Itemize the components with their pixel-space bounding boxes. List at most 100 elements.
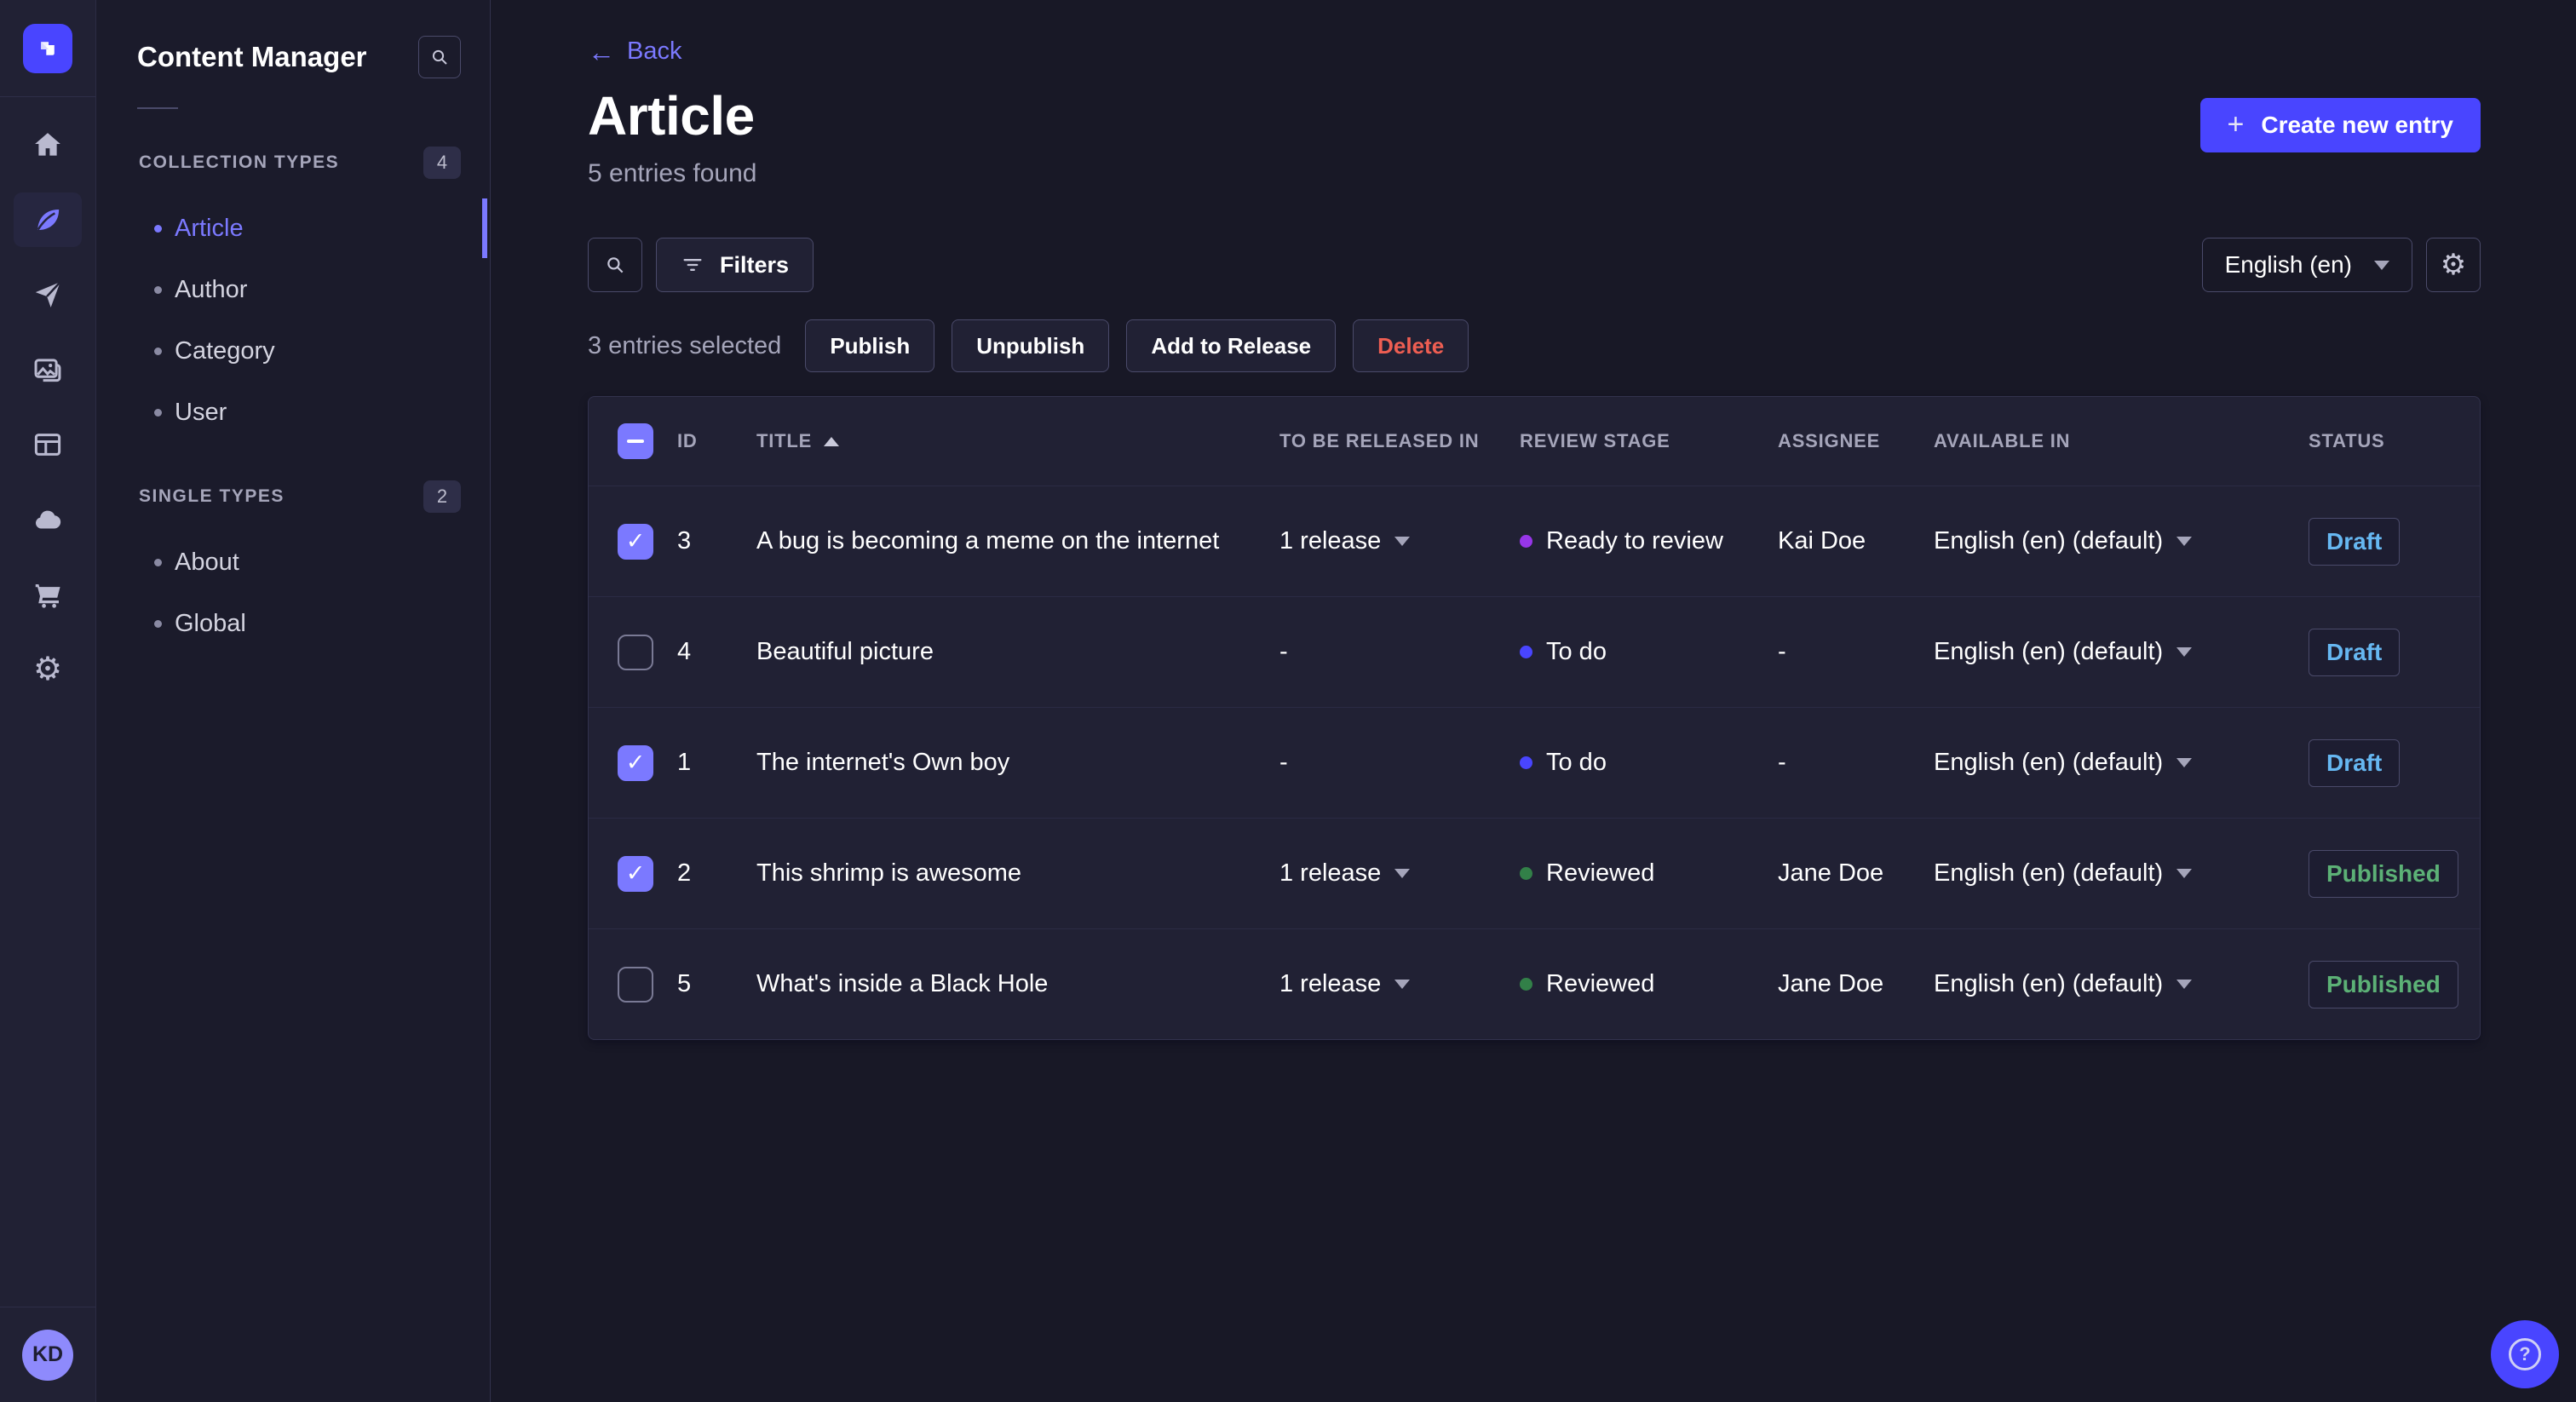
filters-button[interactable]: Filters <box>656 238 814 292</box>
stage-label: Reviewed <box>1546 970 1655 997</box>
cell-assignee: - <box>1778 638 1786 665</box>
unpublish-button[interactable]: Unpublish <box>952 319 1110 372</box>
chevron-down-icon <box>1394 980 1411 989</box>
row-checkbox[interactable]: ✓ <box>618 744 653 781</box>
page-title: Article <box>588 85 755 147</box>
table-search-button[interactable] <box>588 238 642 292</box>
media-library-icon[interactable] <box>14 342 82 397</box>
locale-select[interactable]: English (en) <box>2201 238 2412 292</box>
settings-icon[interactable]: ⚙ <box>14 642 82 697</box>
table-row[interactable]: 5 What's inside a Black Hole 1 release R… <box>589 928 2480 1039</box>
stage-label: Reviewed <box>1546 859 1655 887</box>
cell-available-in[interactable]: English (en) (default) <box>1934 970 2309 998</box>
cell-available-in[interactable]: English (en) (default) <box>1934 859 2309 888</box>
home-icon[interactable] <box>14 118 82 172</box>
content-type-builder-icon[interactable] <box>14 417 82 472</box>
cell-release[interactable]: 1 release <box>1279 970 1520 998</box>
table-row[interactable]: ✓ 2 This shrimp is awesome 1 release Rev… <box>589 818 2480 928</box>
cell-release[interactable]: 1 release <box>1279 527 1520 555</box>
column-header-review-stage[interactable]: REVIEW STAGE <box>1520 430 1778 452</box>
table-row[interactable]: ✓ 3 A bug is becoming a meme on the inte… <box>589 486 2480 596</box>
stage-dot <box>1520 867 1532 880</box>
cell-release[interactable]: 1 release <box>1279 859 1520 888</box>
column-header-available-in[interactable]: AVAILABLE IN <box>1934 430 2309 452</box>
column-header-id[interactable]: ID <box>677 430 756 452</box>
check-icon: ✓ <box>625 750 646 775</box>
releases-icon[interactable] <box>14 267 82 322</box>
back-link[interactable]: ← Back <box>588 37 681 66</box>
column-header-released[interactable]: TO BE RELEASED IN <box>1279 430 1520 452</box>
row-checkbox[interactable]: ✓ <box>618 523 653 560</box>
column-header-title[interactable]: TITLE <box>756 430 1279 452</box>
sidebar-item-user[interactable]: User <box>96 382 490 443</box>
chevron-down-icon <box>2176 537 2193 546</box>
cell-release: - <box>1279 638 1288 665</box>
bullet-icon <box>154 347 162 355</box>
publish-button[interactable]: Publish <box>805 319 935 372</box>
bullet-icon <box>154 224 162 233</box>
row-checkbox[interactable]: ✓ <box>618 855 653 892</box>
sidebar-item-author[interactable]: Author <box>96 259 490 320</box>
cell-id: 1 <box>677 749 692 776</box>
cell-assignee: Jane Doe <box>1778 859 1884 887</box>
row-checkbox[interactable] <box>618 634 653 670</box>
marketplace-icon[interactable] <box>14 567 82 622</box>
avatar[interactable]: KD <box>22 1329 73 1381</box>
cloud-icon[interactable] <box>14 492 82 547</box>
section-label: SINGLE TYPES <box>139 486 285 506</box>
chevron-down-icon <box>2374 260 2389 270</box>
nav-icon-list: ⚙ <box>14 97 82 697</box>
stage-label: Ready to review <box>1546 527 1723 554</box>
locale-text: English (en) (default) <box>1934 970 2164 997</box>
section-label: COLLECTION TYPES <box>139 152 340 172</box>
delete-button[interactable]: Delete <box>1353 319 1469 372</box>
entries-count: 5 entries found <box>588 159 757 187</box>
question-mark-icon: ? <box>2509 1338 2541 1370</box>
cell-id: 3 <box>677 527 692 554</box>
search-button[interactable] <box>418 36 461 78</box>
search-icon <box>607 257 624 273</box>
row-checkbox[interactable] <box>618 966 653 1003</box>
subnav: Content Manager COLLECTION TYPES 4 Artic… <box>96 0 491 1402</box>
bullet-icon <box>154 285 162 294</box>
cell-title: A bug is becoming a meme on the internet <box>756 527 1220 554</box>
stage-label: To do <box>1546 638 1607 665</box>
status-badge: Draft <box>2309 738 2401 787</box>
cell-available-in[interactable]: English (en) (default) <box>1934 749 2309 777</box>
arrow-left-icon: ← <box>588 36 615 67</box>
select-all-checkbox[interactable] <box>618 423 653 459</box>
cell-id: 4 <box>677 638 692 665</box>
cell-available-in[interactable]: English (en) (default) <box>1934 638 2309 666</box>
cell-available-in[interactable]: English (en) (default) <box>1934 527 2309 555</box>
column-header-assignee[interactable]: ASSIGNEE <box>1778 430 1934 452</box>
subnav-divider <box>137 107 178 109</box>
cell-release: - <box>1279 749 1288 776</box>
sidebar-item-article[interactable]: Article <box>96 198 490 259</box>
column-header-status[interactable]: STATUS <box>2309 430 2480 452</box>
search-icon <box>432 49 447 65</box>
status-badge: Published <box>2309 849 2458 898</box>
add-to-release-button[interactable]: Add to Release <box>1126 319 1337 372</box>
create-new-entry-button[interactable]: + Create new entry <box>2199 98 2481 152</box>
chevron-down-icon <box>2176 980 2193 989</box>
subnav-title: Content Manager <box>137 41 367 72</box>
help-button[interactable]: ? <box>2491 1320 2559 1388</box>
chevron-down-icon <box>2176 869 2193 878</box>
check-icon: ✓ <box>625 528 646 554</box>
cell-id: 2 <box>677 859 692 887</box>
content-manager-icon[interactable] <box>14 192 82 247</box>
strapi-logo[interactable] <box>23 23 72 73</box>
sidebar-item-about[interactable]: About <box>96 531 490 593</box>
view-settings-button[interactable]: ⚙ <box>2426 238 2481 292</box>
section-count-badge: 4 <box>423 147 461 179</box>
status-badge: Published <box>2309 960 2458 1008</box>
sidebar-item-global[interactable]: Global <box>96 593 490 654</box>
table-row[interactable]: ✓ 1 The internet's Own boy - To do - Eng… <box>589 707 2480 818</box>
table-row[interactable]: 4 Beautiful picture - To do - English (e… <box>589 596 2480 707</box>
table-header-row: ID TITLE TO BE RELEASED IN REVIEW STAGE … <box>589 397 2480 486</box>
sidebar-item-category[interactable]: Category <box>96 320 490 382</box>
nav-bottom: KD <box>0 1307 95 1402</box>
locale-text: English (en) (default) <box>1934 527 2164 554</box>
entries-table: ID TITLE TO BE RELEASED IN REVIEW STAGE … <box>588 396 2481 1040</box>
status-badge: Draft <box>2309 517 2401 566</box>
